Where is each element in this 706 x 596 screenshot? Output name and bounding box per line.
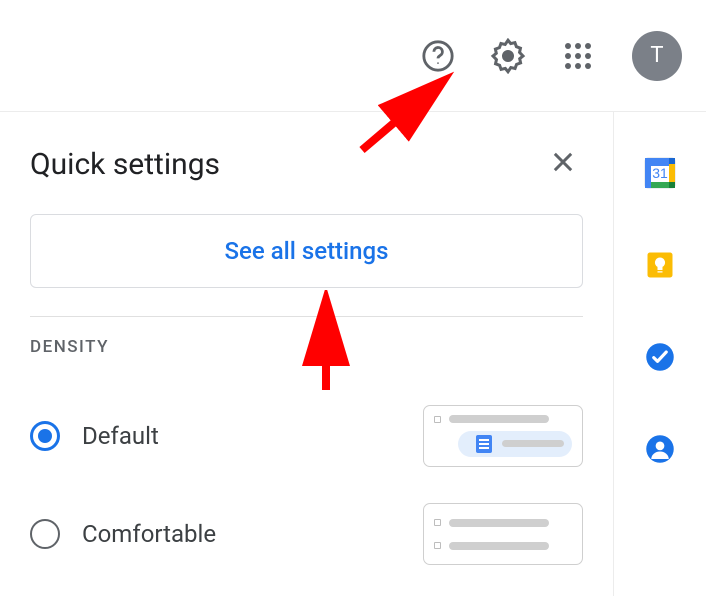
density-option-label: Default <box>82 422 401 450</box>
density-preview-comfortable <box>423 503 583 565</box>
calendar-app-icon[interactable]: 31 <box>643 156 677 190</box>
tasks-app-icon[interactable] <box>643 340 677 374</box>
right-sidebar: 31 <box>614 112 706 596</box>
svg-text:31: 31 <box>652 165 668 181</box>
tasks-icon <box>645 342 675 372</box>
density-option-default[interactable]: Default <box>30 387 583 485</box>
density-preview-default <box>423 405 583 467</box>
apps-button[interactable] <box>556 34 600 78</box>
help-icon <box>421 39 455 73</box>
help-button[interactable] <box>416 34 460 78</box>
keep-app-icon[interactable] <box>643 248 677 282</box>
density-option-comfortable[interactable]: Comfortable <box>30 485 583 583</box>
settings-button[interactable] <box>486 34 530 78</box>
close-button[interactable] <box>543 142 583 186</box>
account-avatar[interactable]: T <box>632 31 682 81</box>
contacts-app-icon[interactable] <box>643 432 677 466</box>
apps-grid-icon <box>563 41 593 71</box>
gear-icon <box>490 38 526 74</box>
density-section-label: DENSITY <box>30 337 583 357</box>
calendar-icon: 31 <box>644 157 676 189</box>
divider <box>30 316 583 317</box>
see-all-settings-button[interactable]: See all settings <box>30 214 583 288</box>
density-option-label: Comfortable <box>82 520 401 548</box>
quick-settings-panel: Quick settings See all settings DENSITY … <box>0 112 614 596</box>
panel-title: Quick settings <box>30 147 220 182</box>
radio-default[interactable] <box>30 421 60 451</box>
radio-comfortable[interactable] <box>30 519 60 549</box>
close-icon <box>549 148 577 176</box>
contacts-icon <box>645 434 675 464</box>
keep-icon <box>645 250 675 280</box>
